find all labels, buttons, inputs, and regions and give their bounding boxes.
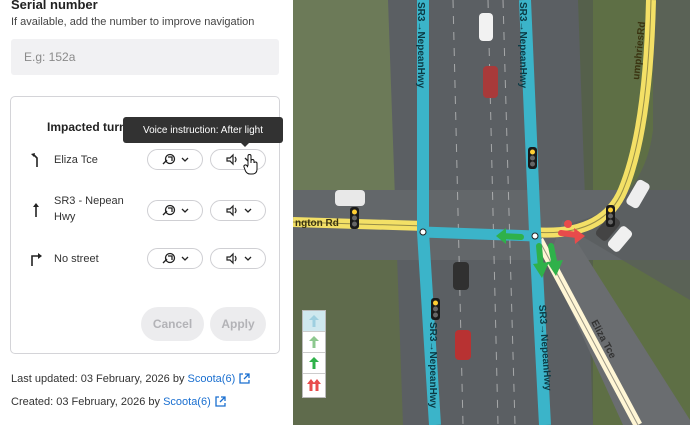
external-link-icon — [239, 373, 250, 384]
junction-node — [531, 232, 539, 240]
turn-restriction-icon — [162, 204, 175, 216]
chevron-down-icon — [181, 157, 188, 162]
turn-row: Eliza Tce — [11, 147, 281, 187]
traffic-light-icon — [350, 207, 359, 229]
chevron-down-icon — [244, 256, 251, 261]
serial-number-input[interactable] — [11, 39, 279, 75]
traffic-light-icon — [606, 205, 615, 227]
straight-arrow-icon — [309, 336, 319, 348]
straight-arrow-icon — [309, 315, 319, 327]
turn-row: SR3 - Nepean Hwy — [11, 191, 281, 231]
legend-cell — [303, 374, 325, 395]
legend-cell — [303, 311, 325, 332]
road-label: ngton Rd — [295, 218, 339, 229]
turn-row: No street — [11, 247, 281, 287]
straight-arrow-icon — [33, 203, 39, 217]
last-updated-text: Last updated: 03 February, 2026 by — [11, 373, 185, 385]
turn-restriction-icon — [162, 153, 175, 165]
car — [335, 190, 365, 206]
junction-node — [419, 228, 427, 236]
voice-instruction-tooltip: Voice instruction: After light — [123, 117, 283, 143]
chevron-down-icon — [181, 208, 188, 213]
traffic-light-icon — [528, 147, 537, 169]
lane-restriction-dropdown[interactable] — [147, 149, 203, 170]
legend-cell — [303, 353, 325, 374]
serial-number-help: If available, add the number to improve … — [11, 16, 255, 28]
red-green-arrows-icon — [307, 378, 321, 391]
turn-right-icon — [31, 253, 42, 266]
lane-legend — [302, 310, 326, 398]
cancel-button[interactable]: Cancel — [141, 307, 204, 341]
turn-street-name: No street — [54, 253, 99, 265]
car — [479, 13, 493, 41]
apply-button[interactable]: Apply — [210, 307, 266, 341]
voice-icon — [225, 153, 237, 166]
voice-icon — [225, 252, 237, 265]
voice-instruction-dropdown[interactable] — [210, 200, 266, 221]
voice-instruction-dropdown[interactable] — [210, 248, 266, 269]
turn-restriction-icon — [162, 252, 175, 264]
road-label: SR3→NepeanHwy — [427, 322, 438, 409]
hand-cursor-icon — [243, 154, 258, 175]
created-line: Created: 03 February, 2026 by Scoota(6) — [11, 396, 226, 408]
road-label: SR3→NepeanHwy — [415, 2, 426, 89]
updated-by-link[interactable]: Scoota(6) — [188, 373, 236, 385]
road-label: SR3→NepeanHwy — [517, 2, 528, 89]
created-by-link[interactable]: Scoota(6) — [163, 396, 211, 408]
car — [455, 330, 471, 360]
legend-cell — [303, 332, 325, 353]
car — [453, 262, 469, 290]
serial-number-title: Serial number — [11, 0, 98, 12]
car — [483, 66, 498, 98]
map-view[interactable]: SR3→NepeanHwy SR3→NepeanHwy SR3→NepeanHw… — [293, 0, 690, 425]
turn-street-name: SR3 - Nepean Hwy — [54, 195, 124, 223]
intersection-map: SR3→NepeanHwy SR3→NepeanHwy SR3→NepeanHw… — [293, 0, 690, 425]
straight-arrow-icon — [309, 357, 319, 369]
grass-area — [293, 0, 403, 200]
created-text: Created: 03 February, 2026 by — [11, 396, 160, 408]
voice-icon — [225, 204, 237, 217]
traffic-light-icon — [431, 298, 440, 320]
left-panel: Serial number If available, add the numb… — [0, 0, 293, 425]
external-link-icon — [215, 396, 226, 407]
chevron-down-icon — [181, 256, 188, 261]
impacted-turns-title: Impacted turns — [47, 120, 134, 134]
lane-restriction-dropdown[interactable] — [147, 200, 203, 221]
tooltip-arrow — [240, 142, 250, 147]
chevron-down-icon — [244, 208, 251, 213]
turn-street-name: Eliza Tce — [54, 154, 98, 166]
last-updated-line: Last updated: 03 February, 2026 by Scoot… — [11, 373, 250, 385]
turn-slight-left-icon — [31, 153, 38, 167]
lane-restriction-dropdown[interactable] — [147, 248, 203, 269]
